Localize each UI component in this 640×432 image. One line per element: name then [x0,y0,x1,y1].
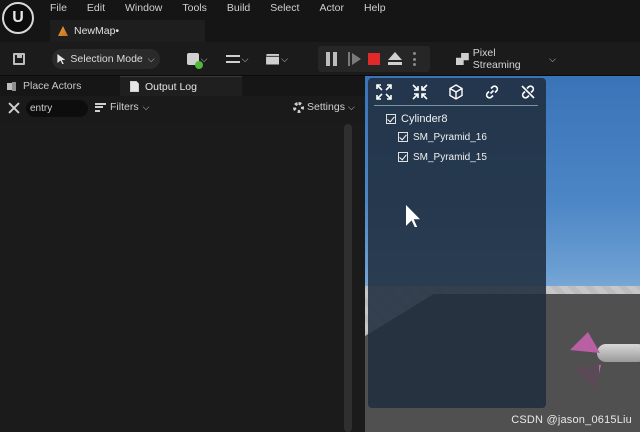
expand-icon[interactable] [374,82,394,102]
hierarchy-toolbar [374,82,538,106]
eject-icon[interactable] [388,52,402,66]
hierarchy-overlay-panel: Cylinder8 SM_Pyramid_16 SM_Pyramid_15 [368,78,546,408]
selection-mode-label: Selection Mode [70,53,143,65]
blueprint-button[interactable]: ⌵ [222,49,252,69]
chevron-down-icon: ⌵ [347,101,355,112]
menu-help[interactable]: Help [364,0,394,20]
tab-output-log[interactable]: Output Log [120,76,242,96]
tab-place-actors[interactable]: Place Actors [6,76,116,96]
collapse-icon[interactable] [410,82,430,102]
kebab-menu-icon[interactable] [412,52,416,66]
pixel-streaming-icon [456,53,469,65]
blueprint-icon [225,55,240,63]
save-icon [13,53,25,65]
panel-tab-bar: Place Actors Output Log [0,76,365,96]
pause-icon[interactable] [326,52,338,66]
filters-label: Filters [110,101,139,113]
log-scrollbar[interactable] [344,124,352,432]
menu-actor[interactable]: Actor [319,0,352,20]
tree-item-child[interactable]: SM_Pyramid_16 [398,127,487,147]
tree-item-child[interactable]: SM_Pyramid_15 [398,147,487,167]
selection-mode-dropdown[interactable]: Selection Mode ⌵ [52,49,160,69]
pixel-streaming-label: Pixel Streaming [472,47,521,71]
add-actor-button[interactable]: ⌵ [182,49,212,69]
cinematics-button[interactable]: ⌵ [262,49,292,69]
chevron-down-icon: ⌵ [147,53,155,64]
tree-item-label: SM_Pyramid_16 [413,131,487,143]
settings-label: Settings [307,101,345,113]
watermark: CSDN @jason_0615Liu [511,414,632,426]
document-tab-row: NewMap• [0,20,640,42]
level-icon [58,26,68,36]
checkbox[interactable] [398,132,408,142]
chevron-down-icon: ⌵ [142,101,150,112]
settings-dropdown[interactable]: Settings ⌵ [293,101,355,113]
pixel-streaming-dropdown[interactable]: Pixel Streaming ⌵ [456,47,556,71]
menu-edit[interactable]: Edit [87,0,113,20]
place-actors-icon [6,81,17,92]
tab-place-actors-label: Place Actors [23,80,82,92]
tree-item-label: Cylinder8 [401,112,448,125]
tree-item-label: SM_Pyramid_15 [413,151,487,163]
checkbox[interactable] [398,152,408,162]
log-filter-bar: Filters ⌵ Settings ⌵ [0,96,365,122]
chevron-down-icon: ⌵ [549,53,556,64]
step-forward-icon[interactable] [348,52,361,66]
close-icon[interactable] [8,102,20,114]
tab-output-log-label: Output Log [145,80,197,93]
unlink-icon[interactable] [518,82,538,102]
plus-badge-icon [194,61,203,69]
output-log-area[interactable] [0,122,365,432]
stop-icon[interactable] [368,53,380,65]
tree-item-root[interactable]: Cylinder8 [386,110,487,127]
chevron-down-icon: ⌵ [241,53,249,64]
filter-icon [95,102,106,112]
cube-icon[interactable] [446,82,466,102]
menu-items: File Edit Window Tools Build Select Acto… [50,0,406,20]
menu-select[interactable]: Select [270,0,307,20]
gear-icon [293,101,304,113]
actor-tree: Cylinder8 SM_Pyramid_16 SM_Pyramid_15 [386,110,487,167]
document-icon [130,81,139,92]
tab-newmap[interactable]: NewMap• [50,20,205,42]
play-controls [318,46,430,72]
menu-window[interactable]: Window [125,0,170,20]
logo-mark: U [12,9,24,26]
save-button[interactable] [10,49,28,69]
add-cube-icon [186,53,203,69]
link-icon[interactable] [482,82,502,102]
filters-dropdown[interactable]: Filters ⌵ [95,101,149,113]
log-search-input[interactable] [26,100,88,117]
menu-file[interactable]: File [50,0,75,20]
clapperboard-icon [266,53,280,65]
menu-build[interactable]: Build [227,0,258,20]
chevron-down-icon: ⌵ [281,53,288,64]
menu-bar: U File Edit Window Tools Build Select Ac… [0,0,640,34]
cylinder-mesh[interactable] [597,344,640,362]
checkbox[interactable] [386,113,396,124]
unreal-logo-icon[interactable]: U [2,2,34,34]
cursor-arrow-icon [57,54,66,64]
menu-tools[interactable]: Tools [182,0,215,20]
tab-newmap-label: NewMap• [74,25,120,37]
